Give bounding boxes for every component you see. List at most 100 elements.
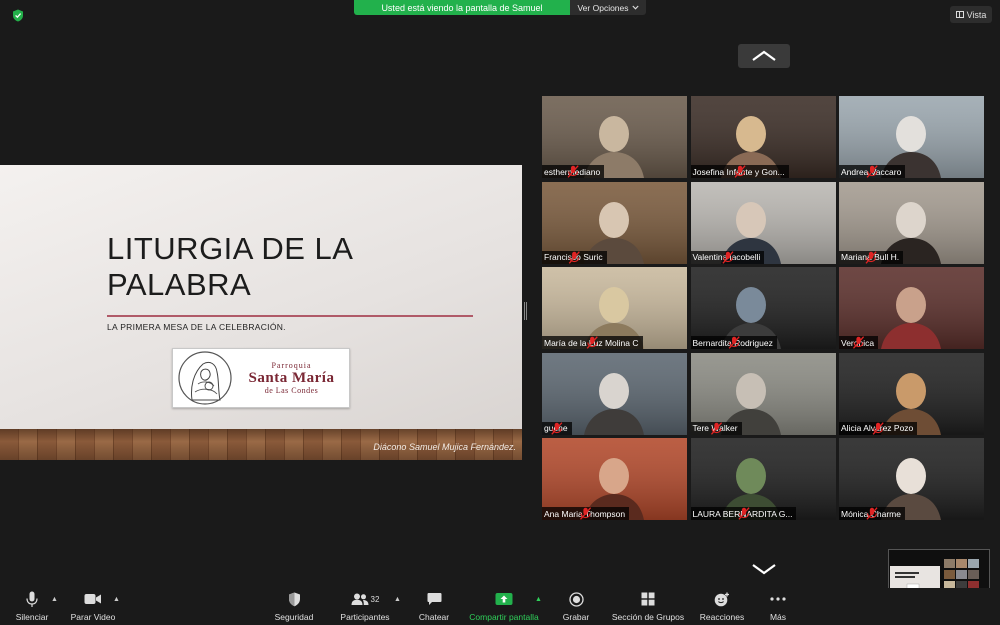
participant-gallery: esthermediano Josefina Infante y Gon... An… [542, 96, 984, 520]
reactions-label: Reacciones [699, 612, 745, 622]
share-screen-icon [495, 593, 513, 605]
mute-label: Silenciar [15, 612, 49, 622]
breakout-rooms-button[interactable]: Sección de Grupos [610, 590, 686, 623]
participant-name-tag: Bernardita Rodriguez [690, 336, 777, 349]
breakout-rooms-label: Sección de Grupos [611, 612, 685, 622]
slide-title: LITURGIA DE LA PALABRA [107, 231, 352, 302]
participant-name-tag: María de la Luz Molina C [542, 336, 643, 349]
chat-bubble-icon [427, 593, 441, 605]
muted-microphone-icon [865, 250, 877, 264]
participants-button[interactable]: 32 Participantes [336, 590, 394, 623]
gallery-previous-page-button[interactable] [738, 44, 790, 68]
split-view-handle[interactable] [524, 302, 527, 320]
viewing-share-label: Usted está viendo la pantalla de Samuel [354, 0, 570, 15]
participant-tile[interactable]: María de la Luz Molina C [542, 267, 687, 349]
muted-microphone-icon [721, 250, 733, 264]
microphone-icon [26, 591, 38, 607]
more-button[interactable]: Más [764, 590, 792, 623]
participant-name-tag: Ana Maria Thompson [542, 507, 630, 520]
record-icon [568, 591, 584, 607]
slide-subtitle: LA PRIMERA MESA DE LA CELEBRACIÓN. [107, 322, 286, 332]
virgin-mary-logo-icon [178, 351, 232, 405]
record-button[interactable]: Grabar [560, 590, 592, 623]
participant-tile[interactable]: Bernardita Rodriguez [690, 267, 836, 349]
more-dots-icon [770, 597, 786, 601]
muted-microphone-icon [737, 507, 750, 520]
participant-name-tag: Veronica [839, 336, 879, 349]
gallery-view-icon [955, 11, 964, 18]
parish-logo-text: Parroquia Santa María de Las Condes [234, 360, 349, 395]
logo-line-2: Santa María [248, 369, 335, 386]
participant-name-tag: Francisco Suric [542, 250, 607, 264]
participants-caret-icon[interactable]: ▲ [394, 596, 401, 603]
chevron-up-icon [752, 50, 776, 61]
participants-label: Participantes [340, 612, 390, 622]
chevron-down-icon [631, 5, 639, 10]
stop-video-button[interactable]: Parar Video [68, 590, 118, 623]
participants-count: 32 [370, 594, 380, 604]
participant-name-tag: Josefina Infante y Gon... [690, 165, 789, 178]
audio-options-caret-icon[interactable]: ▲ [51, 596, 58, 603]
slide-credit: Diácono Samuel Mujica Fernández. [373, 442, 516, 452]
muted-microphone-icon [866, 507, 878, 520]
participant-name-tag: Mónica Charme [839, 507, 905, 520]
participant-name-tag: Valentina iacobelli [690, 250, 765, 264]
participants-icon [351, 593, 369, 605]
muted-microphone-icon [580, 507, 592, 520]
gallery-next-page-button[interactable] [748, 560, 780, 578]
participant-tile[interactable]: Andrea Vaccaro [839, 96, 984, 178]
share-screen-button[interactable]: Compartir pantalla [466, 590, 542, 623]
muted-microphone-icon [551, 421, 563, 435]
participant-tile[interactable]: esthermediano [542, 96, 687, 178]
logo-line-1: Parroquia [271, 360, 312, 370]
chat-button[interactable]: Chatear [414, 590, 454, 623]
participant-name-tag: LAURA BERNARDITA G... [690, 507, 797, 520]
view-options-label: Ver Opciones [577, 2, 629, 13]
video-camera-icon [84, 594, 101, 604]
chevron-down-icon [752, 564, 776, 575]
record-label: Grabar [562, 612, 590, 622]
participant-tile[interactable]: guene [542, 352, 687, 435]
participant-name-tag: Tere Walker [690, 421, 742, 435]
muted-microphone-icon [734, 165, 746, 178]
participant-tile[interactable]: Tere Walker [690, 352, 836, 435]
muted-microphone-icon [568, 250, 580, 264]
participant-tile[interactable]: Ana Maria Thompson [542, 438, 687, 520]
participant-tile[interactable]: Valentina iacobelli [690, 181, 836, 264]
screen-share-banner: Usted está viendo la pantalla de Samuel … [354, 0, 646, 15]
participant-tile[interactable]: Veronica [839, 267, 984, 349]
participant-tile[interactable]: LAURA BERNARDITA G... [690, 438, 836, 520]
muted-microphone-icon [872, 421, 884, 435]
participant-tile[interactable]: Josefina Infante y Gon... [690, 96, 836, 178]
share-options-caret-icon[interactable]: ▲ [535, 596, 542, 603]
participant-tile[interactable]: Alicia Alvarez Pozo [839, 352, 984, 435]
view-options-button[interactable]: Ver Opciones [570, 0, 646, 15]
muted-microphone-icon [866, 165, 878, 178]
shield-check-icon[interactable] [12, 9, 24, 22]
security-button[interactable]: Seguridad [272, 590, 316, 623]
muted-microphone-icon [728, 336, 740, 349]
muted-microphone-icon [567, 165, 579, 178]
logo-line-3: de Las Condes [264, 385, 319, 395]
muted-microphone-icon [586, 336, 598, 349]
smiley-plus-icon [714, 592, 729, 606]
view-button[interactable]: Vista [950, 6, 992, 23]
participant-name-tag: esthermediano [542, 165, 605, 178]
video-options-caret-icon[interactable]: ▲ [113, 596, 120, 603]
participant-tile[interactable]: Mariana Bull H. [839, 181, 984, 264]
stop-video-label: Parar Video [70, 612, 116, 622]
participant-name-tag: Mariana Bull H. [839, 250, 904, 264]
security-label: Seguridad [274, 612, 314, 622]
zoom-meeting-window: Usted está viendo la pantalla de Samuel … [0, 0, 1000, 625]
participant-name-tag: Alicia Alvarez Pozo [839, 421, 918, 435]
participant-tile[interactable]: Mónica Charme [839, 438, 984, 520]
share-screen-label: Compartir pantalla [469, 612, 539, 622]
slide-divider [107, 315, 473, 317]
mute-button[interactable]: Silenciar [14, 590, 50, 623]
muted-microphone-icon [710, 421, 722, 435]
muted-microphone-icon [853, 336, 865, 349]
participant-tile[interactable]: Francisco Suric [542, 181, 687, 264]
reactions-button[interactable]: Reacciones [698, 590, 746, 623]
breakout-rooms-icon [641, 592, 655, 606]
security-shield-icon [288, 592, 300, 606]
